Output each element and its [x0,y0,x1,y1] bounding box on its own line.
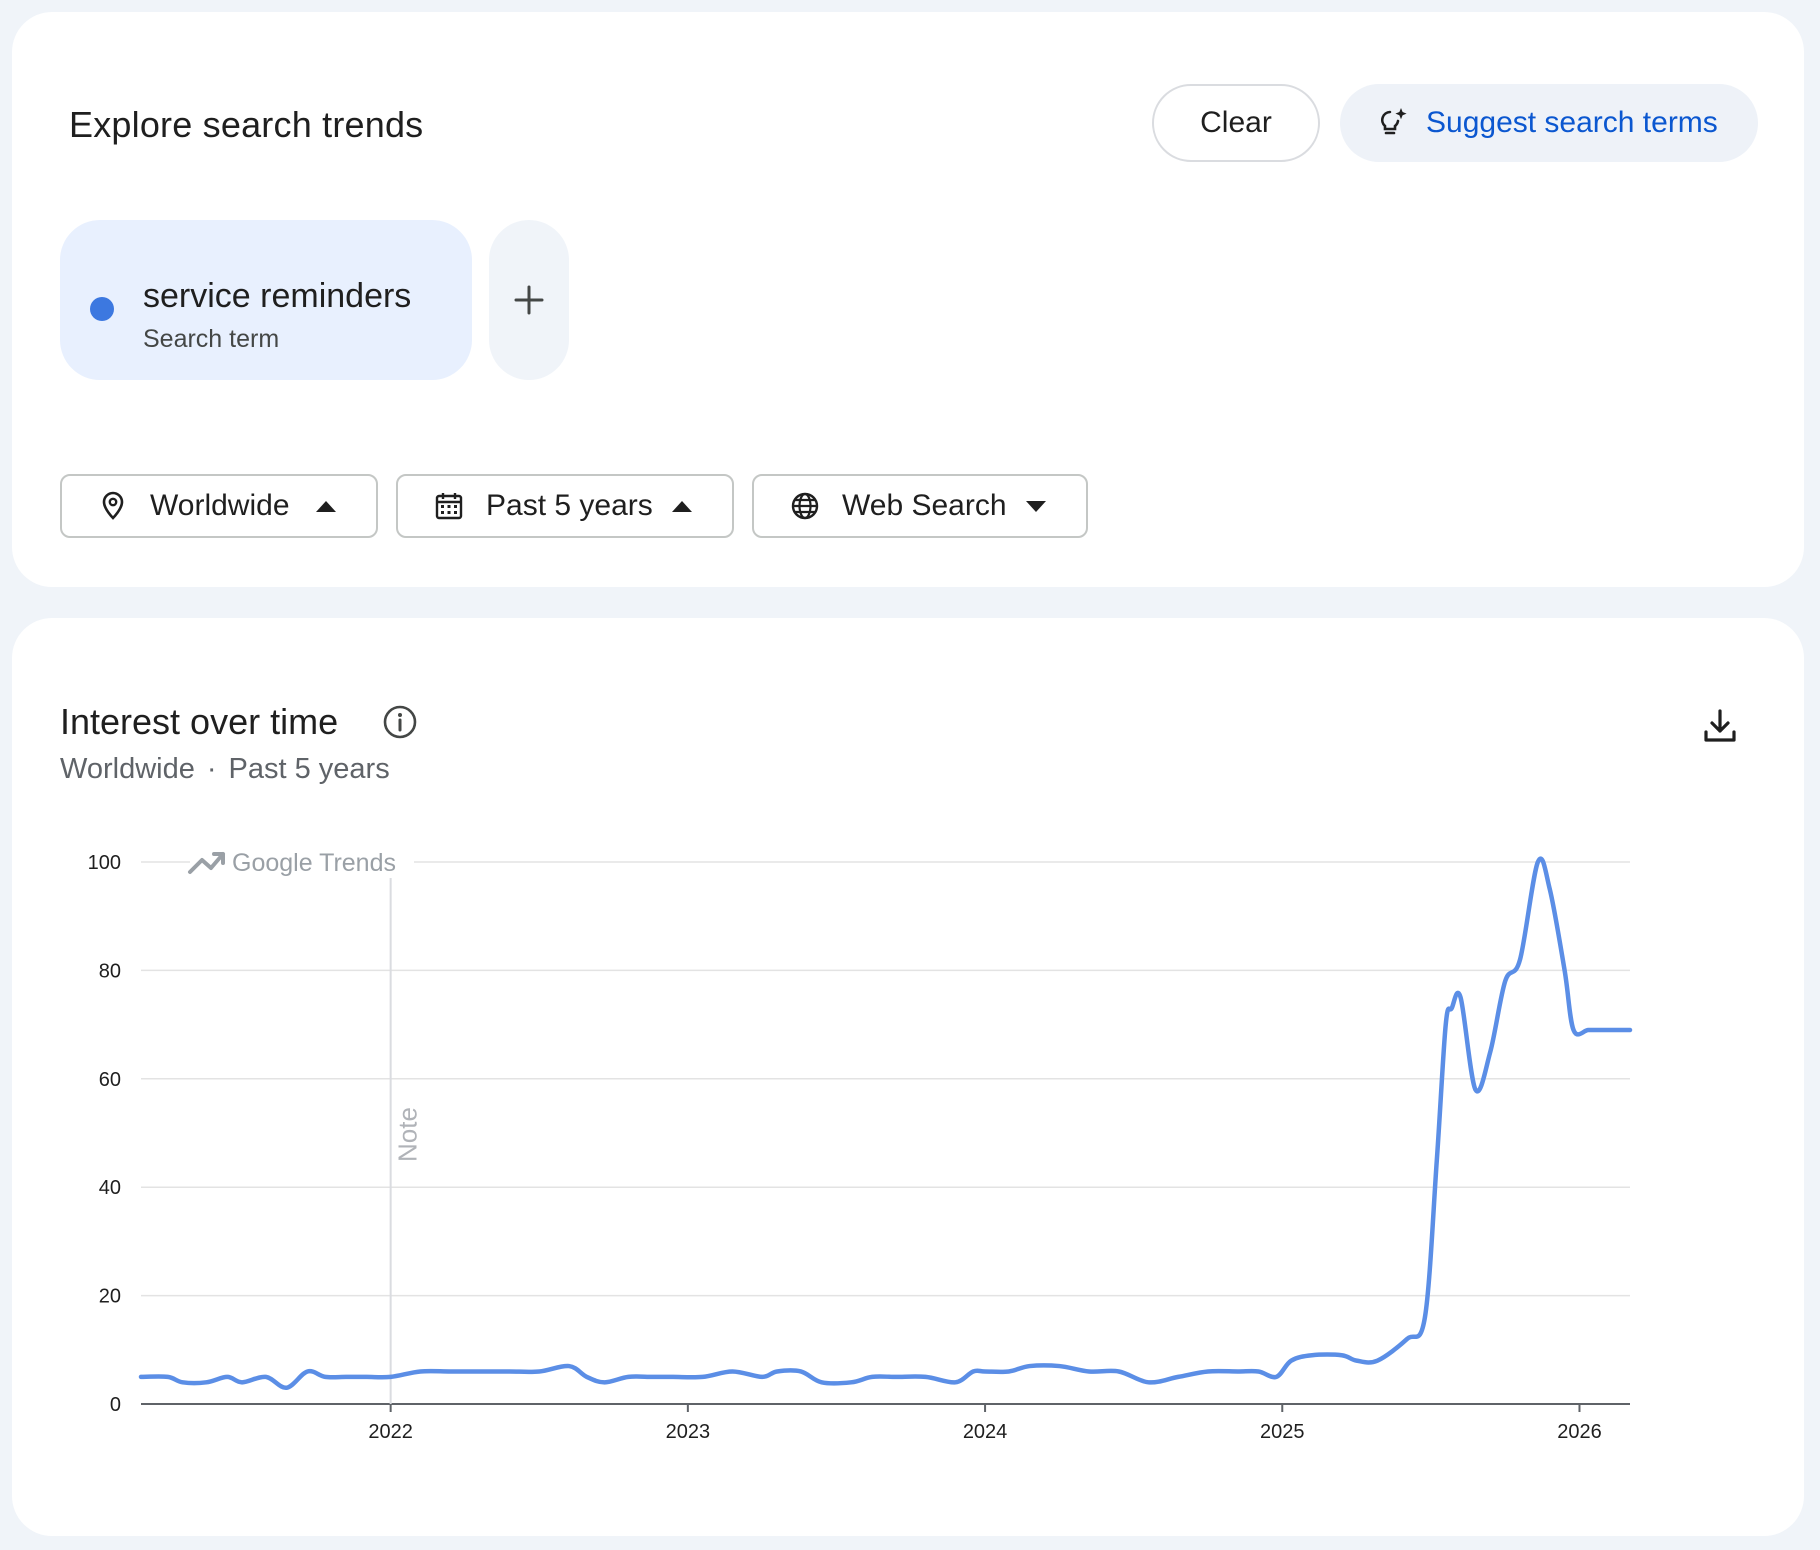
calendar-icon [434,491,464,521]
x-tick-label: 2023 [666,1421,711,1443]
interest-chart: 0 20 40 60 80 100 2022 2023 2024 2025 2026 Note G… [88,846,1633,1443]
clear-button[interactable]: Clear [1152,84,1320,162]
explore-panel: Explore search trends Clear Suggest sear… [12,12,1804,587]
y-tick-label: 40 [99,1177,121,1199]
time-range-value: Past 5 years [486,489,653,522]
y-tick-label: 60 [99,1069,121,1091]
interest-over-time-panel: Interest over time Worldwide · Past 5 year… [12,618,1804,1536]
location-pin-icon [98,491,128,521]
caret-up-icon [316,500,336,512]
time-range-dropdown[interactable]: Past 5 years [396,474,734,538]
region-dropdown[interactable]: Worldwide [60,474,378,538]
region-value: Worldwide [150,489,290,522]
y-tick-label: 0 [110,1394,121,1416]
suggest-search-terms-button[interactable]: Suggest search terms [1340,84,1758,162]
search-property-value: Web Search [842,489,1007,522]
x-tick-label: 2024 [963,1421,1008,1443]
search-term-type: Search term [143,325,280,353]
search-property-dropdown[interactable]: Web Search [752,474,1088,538]
series-line-service-reminders [138,856,1633,1390]
x-tick-label: 2026 [1557,1421,1602,1443]
plus-icon [514,285,544,315]
caret-down-icon [1026,500,1046,512]
y-tick-label: 80 [99,960,121,982]
search-term-label: service reminders [143,277,412,315]
google-trends-watermark: Google Trends [188,846,414,878]
series-color-dot [90,297,114,321]
y-tick-label: 20 [99,1286,121,1308]
add-term-button[interactable] [489,220,569,380]
y-tick-label: 100 [88,852,121,874]
caret-up-icon [672,500,692,512]
x-tick-label: 2022 [368,1421,413,1443]
suggest-label: Suggest search terms [1426,106,1718,139]
lightbulb-sparkle-icon [1376,106,1410,140]
x-tick-label: 2025 [1260,1421,1305,1443]
page-title: Explore search trends [69,104,424,145]
note-label[interactable]: Note [393,1107,423,1162]
watermark-text: Google Trends [232,849,396,877]
search-term-chip[interactable]: service reminders Search term [60,220,472,380]
globe-icon [790,491,820,521]
